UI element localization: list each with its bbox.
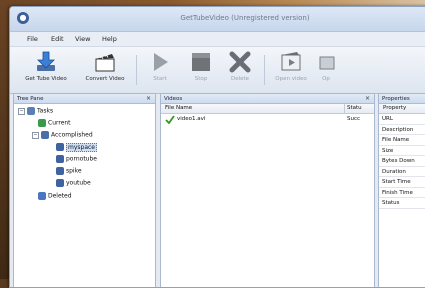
tree-item-label: Current bbox=[48, 119, 71, 127]
open-video-button[interactable]: Open video bbox=[269, 51, 313, 91]
tree-item-label: Tasks bbox=[37, 107, 54, 115]
menu-view[interactable]: View bbox=[75, 35, 90, 43]
video-folder-icon bbox=[56, 179, 64, 187]
open-video-label: Open video bbox=[275, 76, 307, 82]
status-cell: Succ bbox=[347, 116, 361, 122]
window-title: GetTubeVideo (Unregistered version) bbox=[180, 14, 310, 22]
open-folder-label: Op bbox=[322, 76, 330, 82]
app-window: ● GetTubeVideo (Unregistered version) Fi… bbox=[9, 6, 425, 288]
property-row-file-name[interactable]: File Name bbox=[379, 135, 425, 146]
accomplished-icon bbox=[41, 131, 49, 139]
play-icon bbox=[148, 51, 172, 73]
get-tube-video-label: Get Tube Video bbox=[25, 76, 67, 82]
properties-pane-header: Properties bbox=[379, 94, 425, 104]
clapperboard-icon bbox=[93, 51, 117, 73]
toolbar: Get Tube Video Convert Video Start Stop … bbox=[10, 47, 425, 94]
videos-grid-header: File Name Statu bbox=[161, 104, 374, 114]
video-folder-icon bbox=[56, 155, 64, 163]
property-row-description[interactable]: Description bbox=[379, 125, 425, 135]
property-row-bytes-down[interactable]: Bytes Down bbox=[379, 156, 425, 167]
tasks-icon bbox=[27, 107, 35, 115]
tree-item-label: pornotube bbox=[66, 155, 97, 163]
property-row-size[interactable]: Size bbox=[379, 146, 425, 156]
tree-item-label: youtube bbox=[66, 179, 91, 187]
stop-button[interactable]: Stop bbox=[184, 51, 218, 91]
property-row-duration[interactable]: Duration bbox=[379, 167, 425, 177]
collapse-icon[interactable]: − bbox=[32, 131, 39, 139]
trash-icon bbox=[38, 192, 46, 200]
start-button[interactable]: Start bbox=[143, 51, 177, 91]
video-folder-icon bbox=[56, 167, 64, 175]
table-row[interactable]: video1.avi Succ bbox=[161, 115, 374, 125]
film-icon bbox=[279, 51, 303, 73]
videos-pane-title: Videos bbox=[164, 96, 183, 102]
column-property[interactable]: Property bbox=[383, 104, 406, 113]
current-icon bbox=[38, 119, 46, 127]
success-check-icon bbox=[165, 115, 175, 128]
properties-pane: Properties Property URL Description File… bbox=[378, 93, 425, 287]
get-tube-video-button[interactable]: Get Tube Video bbox=[16, 51, 76, 91]
property-row-status[interactable]: Status bbox=[379, 198, 425, 209]
close-icon[interactable]: × bbox=[365, 94, 370, 104]
delete-x-icon bbox=[228, 51, 252, 73]
convert-video-button[interactable]: Convert Video bbox=[78, 51, 132, 91]
delete-label: Delete bbox=[230, 76, 250, 82]
stop-label: Stop bbox=[194, 76, 208, 82]
panes-area: Tree Pane × − Tasks Current − Accomplished… bbox=[10, 93, 425, 287]
convert-video-label: Convert Video bbox=[85, 76, 125, 82]
collapse-icon[interactable]: − bbox=[18, 107, 25, 115]
close-icon[interactable]: × bbox=[146, 94, 151, 104]
tree-item-label: Deleted bbox=[48, 192, 72, 200]
video-folder-icon bbox=[56, 143, 64, 151]
videos-pane: Videos × File Name Statu video1.avi Succ bbox=[160, 93, 375, 287]
menu-edit[interactable]: Edit bbox=[51, 35, 64, 43]
title-bar[interactable]: ● GetTubeVideo (Unregistered version) bbox=[10, 7, 425, 32]
tree-item-label: Accomplished bbox=[51, 131, 93, 139]
desktop-background-left bbox=[0, 0, 9, 279]
properties-grid-header: Property bbox=[379, 104, 425, 114]
tree-item-current[interactable]: Current bbox=[38, 119, 71, 127]
open-folder-button[interactable]: Op bbox=[316, 51, 336, 91]
tree-pane-header: Tree Pane × bbox=[14, 94, 155, 104]
tree-item-myspace[interactable]: myspace bbox=[56, 142, 97, 152]
tree-item-pornotube[interactable]: pornotube bbox=[56, 155, 97, 163]
column-divider[interactable] bbox=[344, 104, 345, 113]
stop-icon bbox=[189, 51, 213, 73]
tree-item-label: spike bbox=[66, 167, 82, 175]
property-row-url[interactable]: URL bbox=[379, 114, 425, 125]
start-label: Start bbox=[153, 76, 167, 82]
tree-item-accomplished[interactable]: − Accomplished bbox=[32, 131, 93, 139]
menu-file[interactable]: File bbox=[27, 35, 38, 43]
download-arrow-icon bbox=[34, 51, 58, 73]
tree-item-youtube[interactable]: youtube bbox=[56, 179, 91, 187]
column-status[interactable]: Statu bbox=[347, 104, 362, 113]
property-row-start-time[interactable]: Start Time bbox=[379, 177, 425, 188]
tree-pane: Tree Pane × − Tasks Current − Accomplished… bbox=[13, 93, 156, 287]
tree-item-spike[interactable]: spike bbox=[56, 167, 82, 175]
tree-item-deleted[interactable]: Deleted bbox=[38, 192, 72, 200]
column-file-name[interactable]: File Name bbox=[165, 104, 192, 113]
menu-bar: File Edit View Help bbox=[10, 32, 425, 47]
tree-pane-title: Tree Pane bbox=[17, 96, 44, 102]
delete-button[interactable]: Delete bbox=[222, 51, 258, 91]
properties-pane-title: Properties bbox=[382, 96, 410, 102]
toolbar-separator bbox=[264, 55, 265, 85]
videos-pane-header: Videos × bbox=[161, 94, 374, 104]
toolbar-separator bbox=[136, 55, 137, 85]
folder-icon bbox=[316, 51, 340, 73]
tree-item-tasks[interactable]: − Tasks bbox=[18, 107, 53, 115]
file-name-cell: video1.avi bbox=[177, 116, 206, 122]
menu-help[interactable]: Help bbox=[102, 35, 117, 43]
property-row-finish-time[interactable]: Finish Time bbox=[379, 188, 425, 198]
tree-item-label: myspace bbox=[66, 142, 97, 152]
